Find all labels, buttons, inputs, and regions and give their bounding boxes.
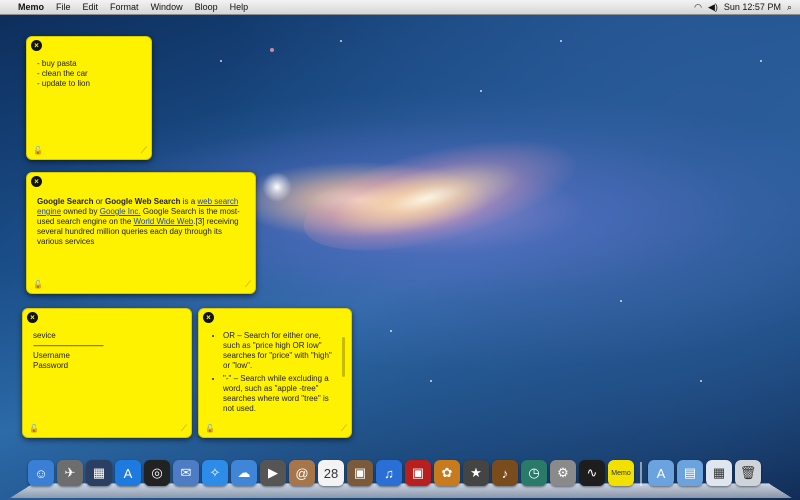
garageband-icon[interactable]: ♪ — [492, 460, 518, 486]
sticky-note-credentials[interactable]: × sevice -------------------------------… — [22, 308, 192, 438]
facetime-icon[interactable]: ▶ — [260, 460, 286, 486]
text-run: or — [93, 197, 106, 206]
preview-icon[interactable]: ✉ — [173, 460, 199, 486]
close-note-button[interactable]: × — [31, 40, 42, 51]
bright-star — [262, 172, 292, 202]
time-machine-icon[interactable]: ◷ — [521, 460, 547, 486]
note-line: - update to lion — [37, 79, 90, 88]
note-line: - buy pasta — [37, 59, 77, 68]
note-line: Password — [33, 361, 69, 370]
dashboard-icon[interactable]: ◎ — [144, 460, 170, 486]
note-text[interactable]: - buy pasta - clean the car - update to … — [37, 59, 141, 89]
activity-monitor-icon[interactable]: ∿ — [579, 460, 605, 486]
sticky-note-todo[interactable]: × - buy pasta - clean the car - update t… — [26, 36, 152, 160]
imovie-icon[interactable]: ★ — [463, 460, 489, 486]
dock-icons: ☺ ✈ ▦ A ◎ ✉ ✧ ☁ ▶ @28 ▣ ♫ ▣ ✿ ★ ♪ ◷ ⚙ ∿ Memo A ▤ ▦ 🗑 — [28, 460, 761, 486]
menu-file[interactable]: File — [50, 0, 77, 14]
applications-folder-icon[interactable]: A — [648, 460, 674, 486]
note-line: sevice — [33, 331, 56, 340]
resize-handle-icon[interactable]: ⟋ — [245, 279, 251, 290]
dock-separator — [640, 462, 642, 486]
safari-icon[interactable]: ✧ — [202, 460, 228, 486]
ical-icon[interactable]: 28 — [318, 460, 344, 486]
downloads-stack-icon[interactable]: ▦ — [706, 460, 732, 486]
app-menu-memo[interactable]: Memo — [12, 0, 50, 14]
photo-booth-icon[interactable]: ▣ — [347, 460, 373, 486]
memo-icon[interactable]: Memo — [608, 460, 634, 486]
resize-handle-icon[interactable]: ⟋ — [181, 423, 187, 434]
text-run: is a — [180, 197, 198, 206]
menu-window[interactable]: Window — [145, 0, 189, 14]
menu-edit[interactable]: Edit — [77, 0, 105, 14]
lock-icon[interactable]: 🔓 — [205, 424, 215, 433]
link-google-inc[interactable]: Google Inc. — [100, 207, 141, 216]
note-line: Username — [33, 351, 70, 360]
link-world-wide-web[interactable]: World Wide Web — [134, 217, 194, 226]
note-text[interactable]: OR – Search for either one, such as "pri… — [209, 331, 337, 417]
menu-bloop[interactable]: Bloop — [189, 0, 224, 14]
app-store-icon[interactable]: A — [115, 460, 141, 486]
text-run: owned by — [61, 207, 100, 216]
mission-control-icon[interactable]: ▦ — [86, 460, 112, 486]
finder-icon[interactable]: ☺ — [28, 460, 54, 486]
volume-icon[interactable]: ◀) — [708, 0, 718, 14]
itunes-icon[interactable]: ♫ — [376, 460, 402, 486]
launchpad-icon[interactable]: ✈ — [57, 460, 83, 486]
resize-handle-icon[interactable]: ⟋ — [341, 423, 347, 434]
close-note-button[interactable]: × — [27, 312, 38, 323]
ichat-icon[interactable]: ☁ — [231, 460, 257, 486]
list-item: "-" – Search while excluding a word, suc… — [223, 374, 337, 414]
close-note-button[interactable]: × — [31, 176, 42, 187]
note-scrollbar[interactable] — [342, 337, 345, 377]
note-text[interactable]: sevice ---------------------------------… — [33, 331, 181, 371]
list-item: OR – Search for either one, such as "pri… — [223, 331, 337, 371]
spotlight-icon[interactable]: ⌕ — [787, 0, 792, 14]
lock-icon[interactable]: 🔓 — [29, 424, 39, 433]
bold-text: Google Search — [37, 197, 94, 206]
sticky-note-google[interactable]: × Google Search or Google Web Search is … — [26, 172, 256, 294]
wifi-icon[interactable]: ◠ — [694, 0, 702, 14]
trash-icon[interactable]: 🗑 — [735, 460, 761, 486]
sticky-note-search-tips[interactable]: × OR – Search for either one, such as "p… — [198, 308, 352, 438]
address-book-icon[interactable]: @ — [289, 460, 315, 486]
note-separator: ----------------------------------------… — [33, 341, 104, 350]
menu-help[interactable]: Help — [224, 0, 255, 14]
note-text[interactable]: Google Search or Google Web Search is a … — [37, 197, 245, 247]
galaxy-image — [293, 117, 587, 273]
menu-extras: ◠ ◀) Sun 12:57 PM ⌕ — [694, 0, 800, 14]
note-line: - clean the car — [37, 69, 88, 78]
menu-bar: Memo File Edit Format Window Bloop Help … — [0, 0, 800, 15]
menu-format[interactable]: Format — [104, 0, 145, 14]
documents-folder-icon[interactable]: ▤ — [677, 460, 703, 486]
resize-handle-icon[interactable]: ⟋ — [141, 145, 147, 156]
bold-text: Google Web Search — [105, 197, 181, 206]
lock-icon[interactable]: 🔓 — [33, 146, 43, 155]
lock-icon[interactable]: 🔓 — [33, 280, 43, 289]
bullet-list: OR – Search for either one, such as "pri… — [209, 331, 337, 414]
clock[interactable]: Sun 12:57 PM — [724, 0, 781, 14]
dock: ☺ ✈ ▦ A ◎ ✉ ✧ ☁ ▶ @28 ▣ ♫ ▣ ✿ ★ ♪ ◷ ⚙ ∿ Memo A ▤ ▦ 🗑 — [10, 458, 792, 500]
iphoto-icon[interactable]: ✿ — [434, 460, 460, 486]
close-note-button[interactable]: × — [203, 312, 214, 323]
photo-booth-red-icon[interactable]: ▣ — [405, 460, 431, 486]
system-preferences-icon[interactable]: ⚙ — [550, 460, 576, 486]
